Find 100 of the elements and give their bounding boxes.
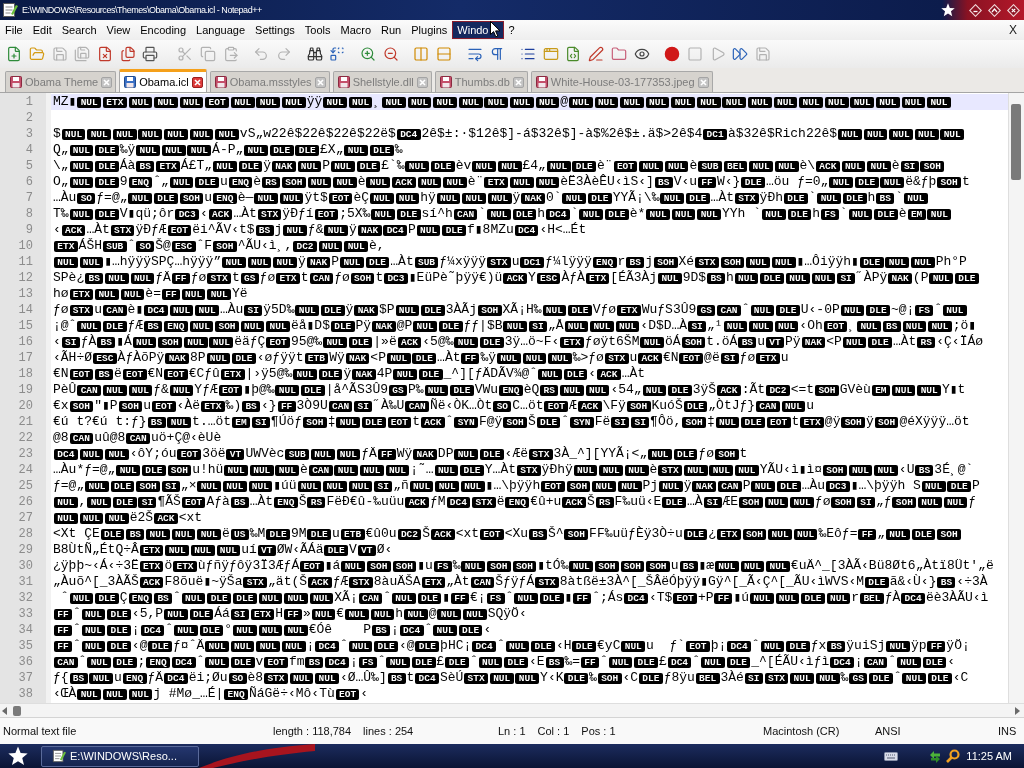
- zoom-in-icon[interactable]: [359, 46, 376, 62]
- keyboard-icon[interactable]: [884, 751, 899, 761]
- control-code-tag: NUL: [646, 208, 670, 220]
- horizontal-scrollbar[interactable]: [0, 703, 1024, 717]
- control-code-tag: NUL: [472, 160, 496, 172]
- control-code-tag: NUL: [735, 464, 759, 476]
- control-code-tag: NUL: [154, 96, 178, 108]
- control-code-tag: NUL: [751, 480, 776, 492]
- menu-item[interactable]: View: [101, 21, 136, 39]
- control-code-tag: SO: [493, 400, 512, 412]
- control-code-tag: STX: [349, 576, 373, 588]
- code-file-icon[interactable]: [565, 46, 582, 62]
- menu-item[interactable]: Plugins: [406, 21, 453, 39]
- code-text: ¡@ˆ: [53, 318, 77, 334]
- menu-item[interactable]: File: [0, 21, 28, 39]
- new-file-icon[interactable]: [6, 46, 23, 62]
- control-code-tag: NUL: [205, 656, 229, 668]
- word-wrap-icon[interactable]: [466, 46, 483, 62]
- vertical-scrollbar[interactable]: [1008, 93, 1024, 703]
- code-text: ¡<„: [623, 446, 648, 462]
- code-text: „ät(Š: [268, 574, 308, 590]
- code-text: è: [891, 158, 900, 174]
- window-icon[interactable]: [542, 46, 559, 62]
- control-code-tag: DLE: [588, 192, 612, 204]
- text-editor[interactable]: [0, 93, 1008, 703]
- eye-icon[interactable]: [633, 46, 650, 62]
- code-text: 8P: [190, 350, 206, 366]
- scrollbar-thumb[interactable]: [13, 705, 21, 716]
- code-text: ‹54„: [610, 382, 642, 398]
- code-text: ▮…Ôiÿÿh▮: [796, 254, 859, 270]
- zoom-out-icon[interactable]: [382, 46, 399, 62]
- code-text: sí^h: [421, 206, 453, 222]
- control-code-tag: NUL: [617, 480, 642, 492]
- control-code-tag: DLE: [266, 528, 290, 540]
- replace-icon[interactable]: [329, 46, 346, 62]
- open-folder-icon[interactable]: [29, 46, 46, 62]
- code-text: ▮EüPè˜þÿÿ€)ü: [408, 270, 503, 286]
- menu-item[interactable]: Settings: [250, 21, 300, 39]
- start-star-icon[interactable]: [8, 746, 28, 766]
- control-code-tag: NUL: [348, 480, 373, 492]
- code-text: ƒÆ: [332, 574, 349, 590]
- code-text: è,: [368, 238, 385, 254]
- pen-icon[interactable]: [588, 46, 605, 62]
- code-text: ▮úü: [273, 478, 297, 494]
- control-code-tag: EOT: [544, 400, 569, 412]
- scroll-left-icon[interactable]: [2, 706, 7, 715]
- scrollbar-thumb[interactable]: [1011, 104, 1021, 180]
- control-code-tag: EOT: [151, 400, 176, 412]
- control-code-tag: NUL: [282, 96, 306, 108]
- control-code-tag: DC4: [446, 496, 471, 508]
- list-icon[interactable]: [520, 46, 537, 62]
- control-code-tag: NUL: [503, 320, 528, 332]
- code-text: ë: [222, 526, 230, 542]
- taskbar-button[interactable]: E:\WINDOWS\Reso...: [41, 745, 199, 767]
- close-document-icon[interactable]: [97, 46, 114, 62]
- columns-icon[interactable]: [413, 46, 430, 62]
- control-code-tag: DLE: [438, 320, 463, 332]
- control-code-tag: FS: [915, 304, 934, 316]
- control-code-tag: NUL: [87, 656, 112, 668]
- menu-item[interactable]: Tools: [299, 21, 336, 39]
- code-text: ˆ: [165, 622, 174, 638]
- control-code-tag: NUL: [715, 416, 740, 428]
- code-text: ‰): [225, 398, 242, 414]
- line-number: 3: [25, 126, 33, 142]
- control-code-tag: NUL: [284, 592, 308, 604]
- network-arrows-icon[interactable]: [928, 749, 943, 763]
- code-text: ÿÐhÿ: [541, 462, 573, 478]
- binoculars-icon[interactable]: [306, 46, 323, 62]
- printer-icon[interactable]: [142, 46, 159, 62]
- control-code-tag: DLE: [107, 624, 131, 636]
- close-document-button[interactable]: X: [1002, 23, 1024, 37]
- control-code-tag: CAN: [53, 656, 78, 668]
- menu-item[interactable]: Encoding: [135, 21, 192, 39]
- menu-item[interactable]: Search: [56, 21, 102, 39]
- rows-icon[interactable]: [436, 46, 453, 62]
- control-code-tag: SOH: [720, 256, 745, 268]
- control-code-tag: SI: [230, 608, 249, 620]
- control-code-tag: DLE: [320, 304, 345, 316]
- menu-item[interactable]: Macro: [335, 21, 377, 39]
- record-icon[interactable]: [664, 46, 681, 62]
- control-code-tag: EM: [232, 416, 251, 428]
- menu-item[interactable]: Language: [191, 21, 251, 39]
- code-text: €û0u: [365, 526, 397, 542]
- menu-item[interactable]: ?: [503, 21, 520, 39]
- fast-forward-icon[interactable]: [732, 46, 749, 62]
- control-code-tag: NUL: [829, 176, 854, 188]
- tab[interactable]: Obama.icl: [119, 69, 207, 92]
- close-icon[interactable]: [191, 76, 203, 88]
- menu-item[interactable]: Edit: [27, 21, 57, 39]
- search-icon[interactable]: [946, 749, 961, 763]
- minimize-icon[interactable]: [969, 3, 982, 17]
- maximize-icon[interactable]: [988, 3, 1001, 17]
- control-code-tag: BS: [69, 672, 88, 684]
- folder-icon[interactable]: [610, 46, 627, 62]
- menu-item[interactable]: Run: [376, 21, 407, 39]
- scroll-right-icon[interactable]: [1015, 706, 1020, 715]
- code-text: …Àt: [621, 366, 646, 382]
- control-code-tag: RS: [540, 384, 559, 396]
- documents-icon[interactable]: [119, 46, 136, 62]
- code-text: Q„: [53, 142, 69, 158]
